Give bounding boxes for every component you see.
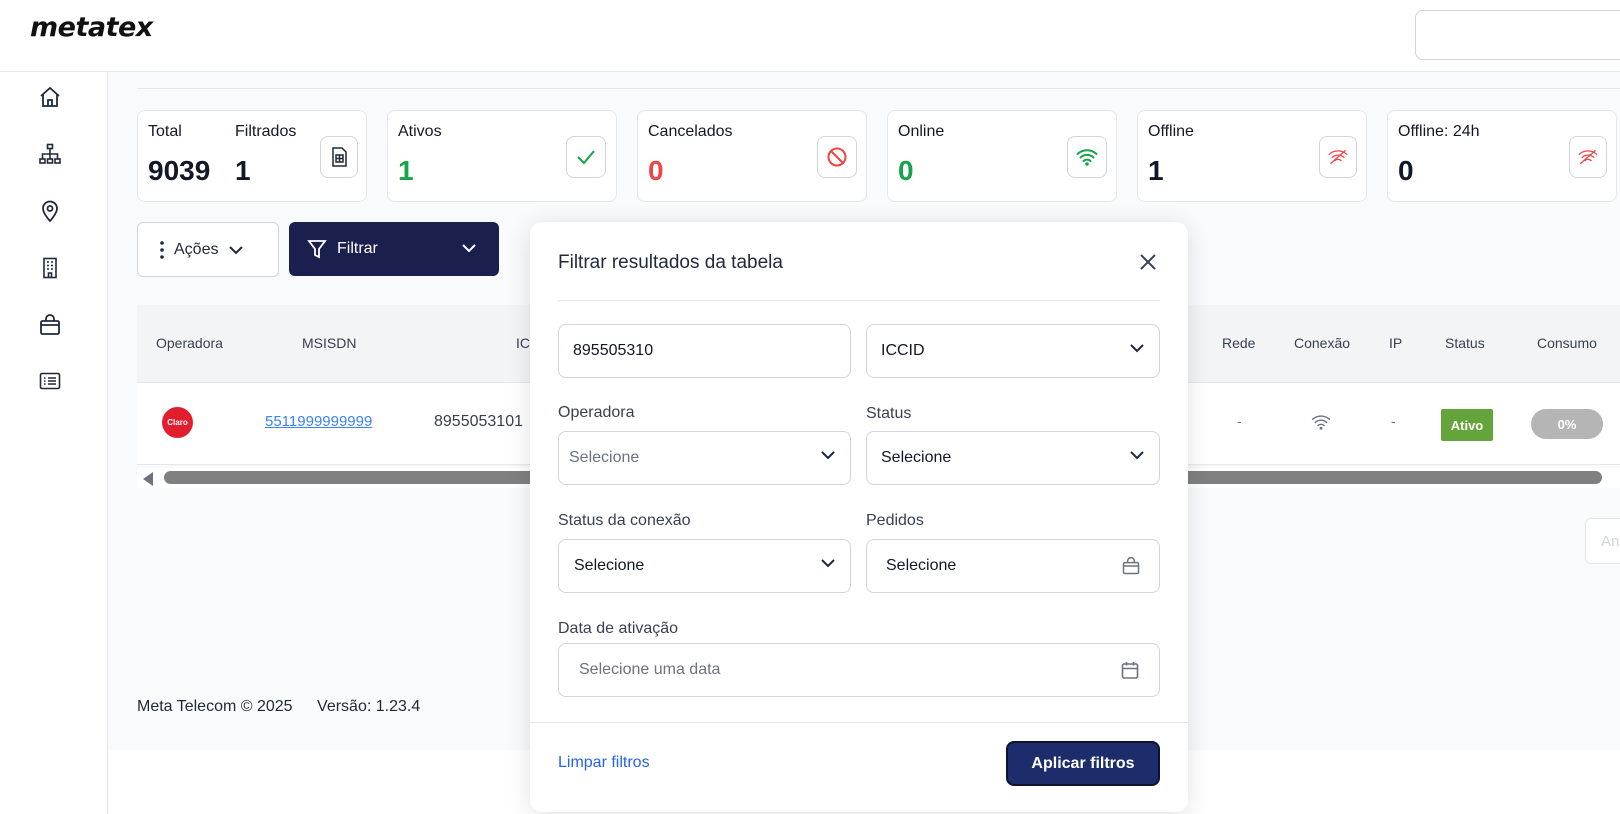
list-icon[interactable] <box>37 368 63 394</box>
acoes-button[interactable]: Ações <box>137 222 279 277</box>
rede-cell: - <box>1237 413 1242 429</box>
claro-logo: Claro <box>162 407 193 438</box>
card-cancelados: Cancelados 0 <box>637 110 867 202</box>
th-conexao[interactable]: Conexão <box>1294 335 1350 351</box>
th-rede[interactable]: Rede <box>1222 335 1255 351</box>
cancelados-value: 0 <box>648 155 664 186</box>
wifi-icon <box>1067 136 1107 178</box>
offline-label: Offline <box>1148 123 1194 140</box>
shopping-bag-icon[interactable] <box>37 312 63 338</box>
app-logo[interactable]: metatex <box>30 12 153 43</box>
msisdn-link[interactable]: 5511999999999 <box>265 413 372 430</box>
th-iccid[interactable]: IC <box>516 335 530 351</box>
pedidos-label: Pedidos <box>866 512 924 529</box>
location-pin-icon[interactable] <box>37 198 63 224</box>
card-online: Online 0 <box>887 110 1117 202</box>
th-operadora[interactable]: Operadora <box>156 335 223 351</box>
th-msisdn[interactable]: MSISDN <box>302 335 356 351</box>
operadora-label: Operadora <box>558 404 635 421</box>
building-icon[interactable] <box>37 255 63 281</box>
home-icon[interactable] <box>37 84 63 110</box>
status-conexao-select[interactable]: Selecione <box>558 539 851 593</box>
th-status[interactable]: Status <box>1445 335 1485 351</box>
status-conexao-value: Selecione <box>574 557 645 574</box>
search-type-value: ICCID <box>881 342 925 359</box>
filtrar-button[interactable]: Filtrar <box>289 222 499 276</box>
connection-wifi-icon <box>1311 414 1331 435</box>
close-icon[interactable] <box>1136 250 1160 274</box>
sim-card-icon <box>320 136 358 178</box>
offline24-label: Offline: 24h <box>1398 123 1480 140</box>
th-consumo[interactable]: Consumo <box>1537 335 1597 351</box>
chevron-down-icon <box>462 244 476 253</box>
card-offline-24h: Offline: 24h 0 <box>1387 110 1617 202</box>
wifi-off-icon <box>1319 136 1357 178</box>
filtrar-label: Filtrar <box>337 240 378 257</box>
chevron-down-icon <box>821 559 835 568</box>
filtrados-value: 1 <box>235 155 251 186</box>
chevron-down-icon <box>1130 344 1144 353</box>
total-label: Total <box>148 123 182 140</box>
chevron-down-icon <box>229 245 244 254</box>
apply-filters-button[interactable]: Aplicar filtros <box>1006 741 1160 786</box>
org-chart-icon[interactable] <box>37 141 63 167</box>
divider <box>530 722 1188 723</box>
pedidos-value: Selecione <box>886 557 957 574</box>
status-badge: Ativo <box>1441 409 1493 441</box>
divider <box>137 88 1620 89</box>
wifi-off-icon <box>1569 136 1607 178</box>
card-ativos: Ativos 1 <box>387 110 617 202</box>
check-icon <box>566 136 606 178</box>
online-label: Online <box>898 123 945 140</box>
chevron-down-icon <box>1130 451 1144 460</box>
offline-value: 1 <box>1148 155 1164 186</box>
operadora-select[interactable]: Selecione <box>558 431 851 485</box>
consumo-badge: 0% <box>1531 409 1603 439</box>
search-type-select[interactable]: ICCID <box>866 324 1160 378</box>
filtrados-label: Filtrados <box>235 123 297 140</box>
chevron-down-icon <box>821 451 835 460</box>
calendar-icon <box>1121 662 1139 679</box>
online-value: 0 <box>898 155 914 186</box>
footer: Meta Telecom © 2025 Versão: 1.23.4 <box>137 698 440 716</box>
kebab-menu-icon <box>160 240 164 259</box>
acoes-label: Ações <box>174 240 219 258</box>
card-total: Total 9039 Filtrados 1 <box>137 110 367 202</box>
filter-icon <box>307 240 327 259</box>
date-placeholder: Selecione uma data <box>579 661 721 678</box>
iccid-cell: 8955053101 <box>434 413 523 430</box>
scroll-left-arrow-icon[interactable] <box>143 472 153 486</box>
status-conexao-label: Status da conexão <box>558 512 691 529</box>
sidebar <box>0 72 108 814</box>
version-text: Versão: 1.23.4 <box>317 698 421 715</box>
clear-filters-link[interactable]: Limpar filtros <box>558 754 650 772</box>
pagination-next-button[interactable]: An <box>1585 518 1620 564</box>
offline24-value: 0 <box>1398 155 1414 186</box>
modal-title: Filtrar resultados da tabela <box>558 252 783 273</box>
operadora-placeholder: Selecione <box>569 449 640 466</box>
ativos-value: 1 <box>398 155 414 186</box>
ativos-label: Ativos <box>398 123 442 140</box>
th-ip[interactable]: IP <box>1389 335 1402 351</box>
card-offline: Offline 1 <box>1137 110 1367 202</box>
filter-modal: Filtrar resultados da tabela 895505310 I… <box>530 222 1188 812</box>
divider <box>558 300 1160 301</box>
ip-cell: - <box>1391 413 1396 429</box>
shopping-bag-icon <box>1122 557 1140 575</box>
top-search-input[interactable] <box>1415 10 1620 60</box>
data-ativacao-label: Data de ativação <box>558 620 679 637</box>
pedidos-select[interactable]: Selecione <box>866 539 1160 593</box>
cancelados-label: Cancelados <box>648 123 733 140</box>
date-input[interactable]: Selecione uma data <box>558 643 1160 697</box>
blocked-icon <box>817 136 857 178</box>
top-bar: metatex <box>0 0 1620 72</box>
status-select[interactable]: Selecione <box>866 431 1160 485</box>
total-value: 9039 <box>148 155 211 186</box>
status-label: Status <box>866 405 912 422</box>
status-value: Selecione <box>881 449 952 466</box>
copyright-text: Meta Telecom © 2025 <box>137 698 293 715</box>
search-input[interactable]: 895505310 <box>558 324 851 378</box>
search-input-value: 895505310 <box>573 342 654 359</box>
